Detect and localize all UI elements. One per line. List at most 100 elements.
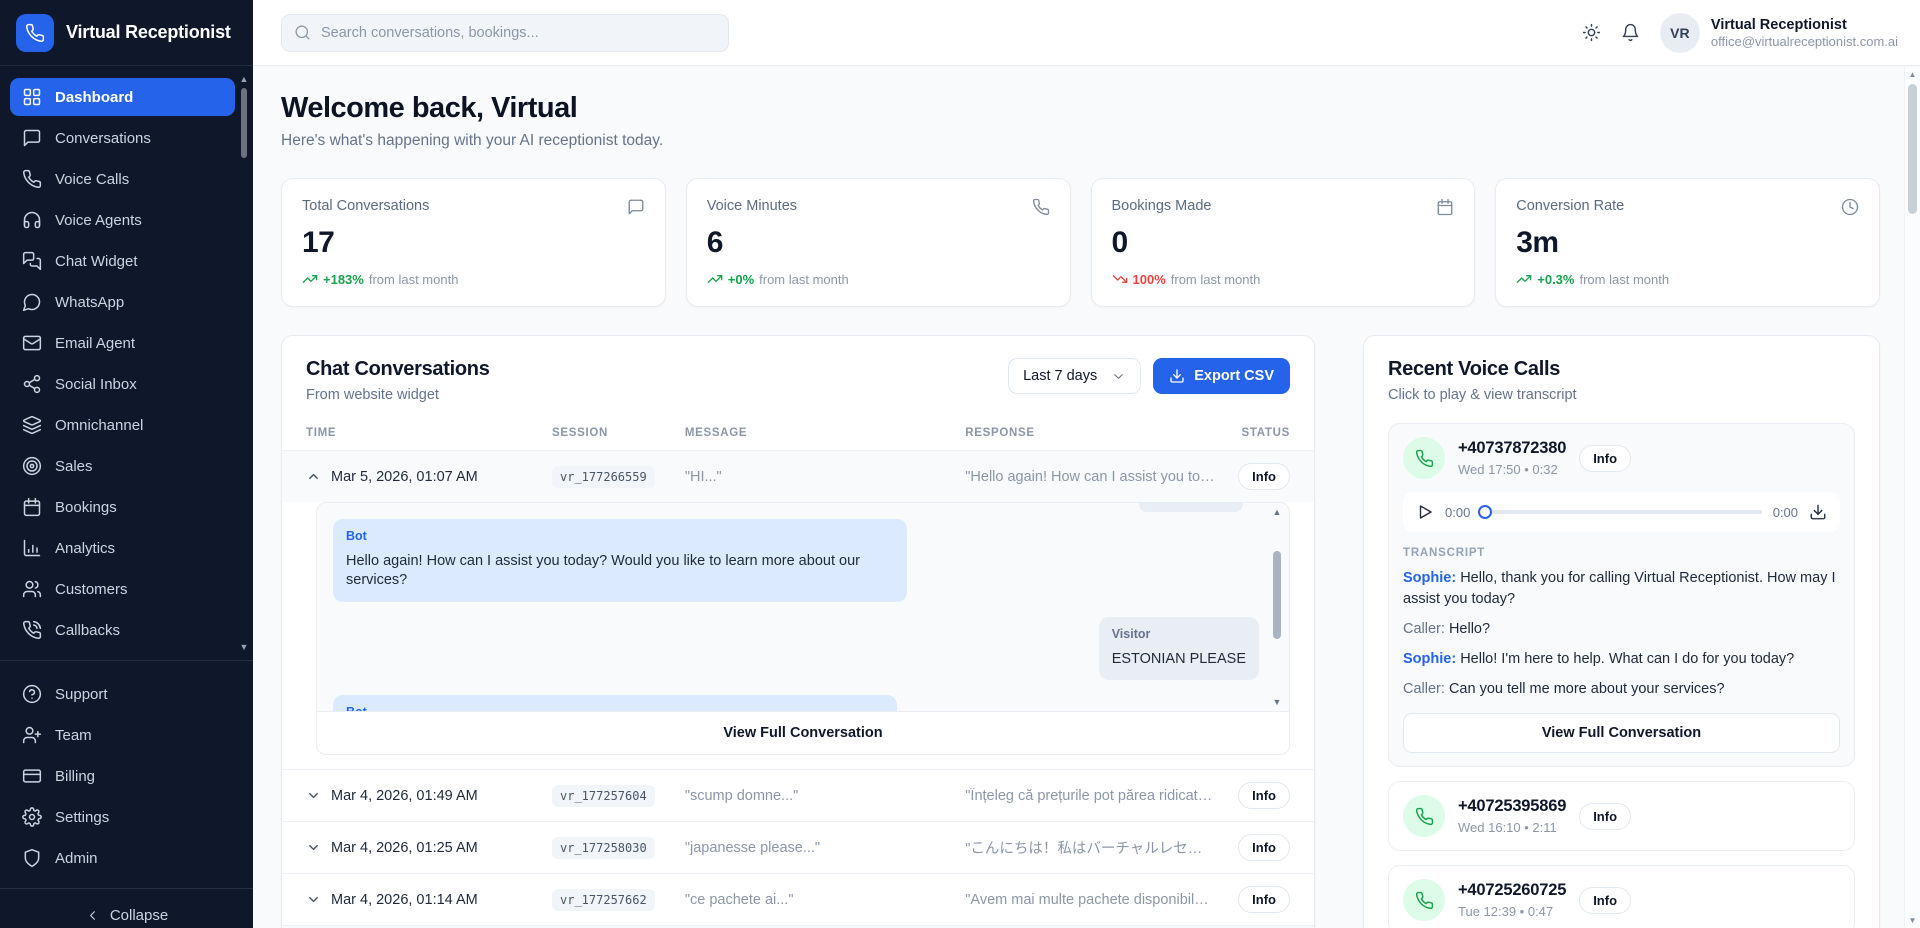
info-button[interactable]: Info [1579,887,1631,914]
view-full-conversation-button[interactable]: View Full Conversation [317,711,1289,754]
voice-call-card[interactable]: +40725395869 Wed 16:10 • 2:11 Info [1388,781,1855,851]
info-button[interactable]: Info [1238,886,1290,913]
info-button[interactable]: Info [1238,782,1290,809]
sidebar-item-analytics[interactable]: Analytics [10,529,235,567]
scroll-down-icon[interactable]: ▼ [1273,697,1282,707]
bot-message-bubble: Bot Tere! Kuidas ma saan teid täna aidat… [333,695,897,711]
info-button[interactable]: Info [1238,834,1290,861]
sidebar-item-support[interactable]: Support [10,675,235,713]
search-box[interactable] [281,14,729,52]
sidebar-item-customers[interactable]: Customers [10,570,235,608]
info-button[interactable]: Info [1579,803,1631,830]
scroll-up-icon[interactable]: ▲ [1273,507,1282,517]
user-email: office@virtualreceptionist.com.ai [1711,34,1898,49]
conversations-icon [22,128,42,148]
help-circle-icon [22,684,42,704]
chevron-down-icon[interactable] [306,840,321,855]
chevron-down-icon[interactable] [306,788,321,803]
stat-trend-value: +0.3% [1537,272,1574,287]
session-badge: vr_177257662 [552,889,655,911]
calendar-icon [1436,198,1454,216]
calendar-icon [22,497,42,517]
sidebar-item-settings[interactable]: Settings [10,798,235,836]
table-row[interactable]: Mar 5, 2026, 01:07 AM vr_177266559 "HI..… [282,450,1314,502]
sidebar-item-social-inbox[interactable]: Social Inbox [10,365,235,403]
table-row[interactable]: Mar 4, 2026, 01:14 AM vr_177257662 "ce p… [282,873,1314,925]
scroll-up-icon[interactable]: ▲ [240,74,249,84]
user-menu[interactable]: VR Virtual Receptionist office@virtualre… [1660,13,1898,53]
collapse-sidebar-button[interactable]: Collapse [0,888,253,928]
sidebar-nav: Dashboard Conversations Voice Calls Voic… [0,66,253,660]
topbar: VR Virtual Receptionist office@virtualre… [253,0,1920,66]
shield-icon [22,848,42,868]
sidebar-item-sales[interactable]: Sales [10,447,235,485]
export-csv-button[interactable]: Export CSV [1153,358,1290,394]
visitor-message-bubble: Visitor ESTONIAN PLEASE [1099,617,1259,680]
view-full-conversation-button[interactable]: View Full Conversation [1403,713,1840,753]
sidebar-item-voice-agents[interactable]: Voice Agents [10,201,235,239]
sidebar-item-whatsapp[interactable]: WhatsApp [10,283,235,321]
chevron-left-icon [85,908,100,923]
scrollbar-thumb[interactable] [1908,84,1917,214]
scroll-down-icon[interactable]: ▼ [1905,913,1920,928]
sidebar-item-label: Billing [55,768,95,785]
sidebar-item-dashboard[interactable]: Dashboard [10,78,235,116]
sidebar-item-callbacks[interactable]: Callbacks [10,611,235,649]
current-time: 0:00 [1445,505,1470,520]
slider-knob[interactable] [1478,505,1492,519]
chevron-up-icon[interactable] [306,469,321,484]
theme-toggle-button[interactable] [1582,23,1601,42]
info-button[interactable]: Info [1579,445,1631,472]
scrollbar-thumb[interactable] [1273,551,1281,639]
expanded-conversation: Bot Hello again! How can I assist you to… [316,502,1290,755]
sidebar-item-label: Settings [55,809,109,826]
sidebar-item-billing[interactable]: Billing [10,757,235,795]
play-icon[interactable] [1416,503,1434,521]
date-range-select[interactable]: Last 7 days [1008,358,1141,394]
seek-slider[interactable] [1481,510,1761,514]
table-row[interactable]: Mar 4, 2026, 01:49 AM vr_177257604 "scum… [282,769,1314,821]
scroll-down-icon[interactable]: ▼ [240,642,249,652]
brand-logo [16,14,54,52]
sidebar-item-bookings[interactable]: Bookings [10,488,235,526]
avatar: VR [1660,13,1700,53]
transcript-line: Caller: Can you tell me more about your … [1403,679,1840,700]
sidebar-item-chat-widget[interactable]: Chat Widget [10,242,235,280]
sidebar-scrollbar[interactable]: ▲ ▼ [239,74,249,652]
sidebar-item-label: Social Inbox [55,376,137,393]
phone-icon [1032,198,1050,216]
sidebar-item-conversations[interactable]: Conversations [10,119,235,157]
sidebar-item-label: Team [55,727,92,744]
sidebar-item-admin[interactable]: Admin [10,839,235,877]
dashboard-icon [22,87,42,107]
stat-card-total-conversations: Total Conversations 17 +183% from last m… [281,178,666,307]
notifications-button[interactable] [1621,23,1640,42]
sidebar-item-team[interactable]: Team [10,716,235,754]
scroll-up-icon[interactable]: ▲ [1905,67,1920,82]
sidebar-item-omnichannel[interactable]: Omnichannel [10,406,235,444]
sidebar-item-label: Bookings [55,499,117,516]
voice-call-card[interactable]: +40737872380 Wed 17:50 • 0:32 Info 0:00 … [1388,423,1855,767]
recent-voice-calls-panel: Recent Voice Calls Click to play & view … [1363,335,1880,928]
sidebar-item-voice-calls[interactable]: Voice Calls [10,160,235,198]
call-number: +40737872380 [1458,439,1566,458]
credit-card-icon [22,766,42,786]
target-icon [22,456,42,476]
message-text: ESTONIAN PLEASE [1112,650,1246,670]
voice-call-card[interactable]: +40725260725 Tue 12:39 • 0:47 Info [1388,865,1855,928]
call-meta: Tue 12:39 • 0:47 [1458,904,1566,919]
sidebar-item-email-agent[interactable]: Email Agent [10,324,235,362]
page-scrollbar[interactable]: ▲ ▼ [1904,67,1920,928]
page-title: Welcome back, Virtual [281,92,1880,125]
gear-icon [22,807,42,827]
call-meta: Wed 17:50 • 0:32 [1458,462,1566,477]
info-button[interactable]: Info [1238,463,1290,490]
chevron-down-icon[interactable] [306,892,321,907]
scrollbar-thumb[interactable] [241,88,247,158]
search-input[interactable] [321,25,716,41]
chat-panel-subtitle: From website widget [306,387,490,403]
download-icon[interactable] [1809,503,1827,521]
messages-scrollbar[interactable]: ▲ ▼ [1271,507,1283,707]
stat-card-voice-minutes: Voice Minutes 6 +0% from last month [686,178,1071,307]
table-row[interactable]: Mar 4, 2026, 01:25 AM vr_177258030 "japa… [282,821,1314,873]
